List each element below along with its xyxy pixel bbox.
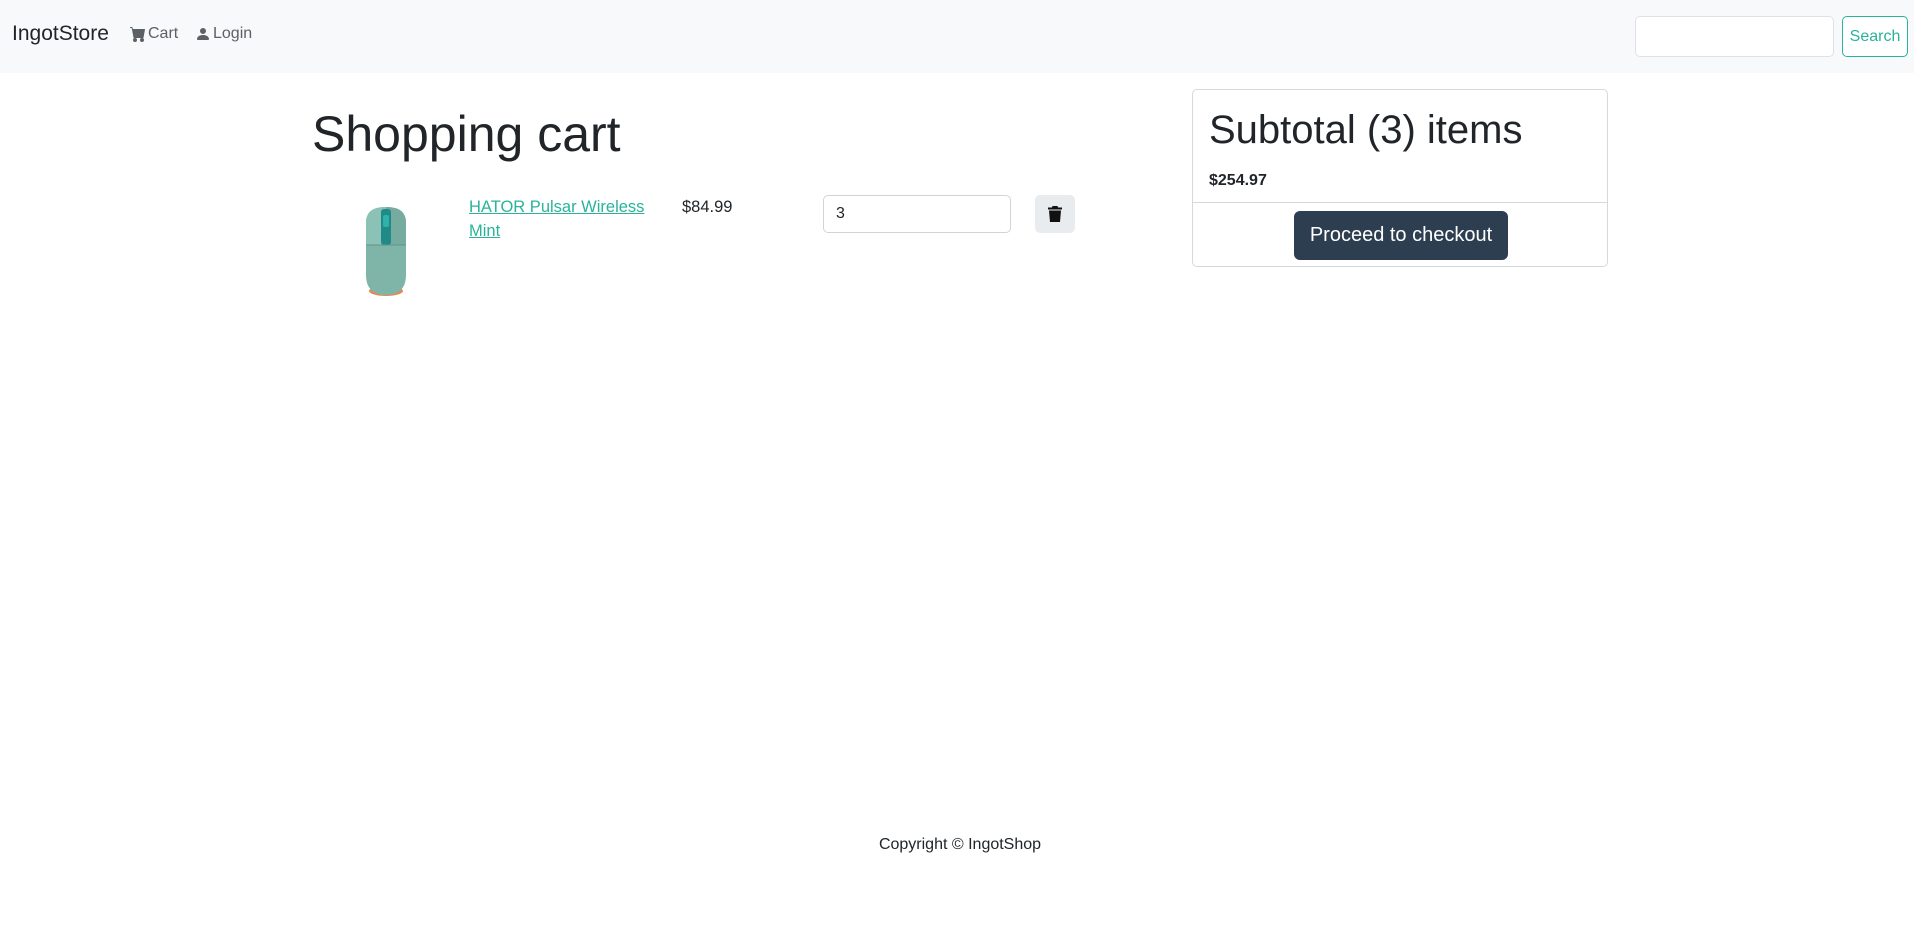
search-button[interactable]: Search: [1842, 16, 1908, 57]
user-icon: [197, 28, 209, 40]
top-navbar: IngotStore Cart Login Search: [0, 0, 1914, 73]
nav-cart-link[interactable]: Cart: [130, 25, 178, 43]
nav-login-label: Login: [213, 25, 253, 42]
footer-copyright: Copyright © IngotShop: [878, 836, 1042, 853]
page-title: Shopping cart: [312, 106, 621, 162]
nav-login-link[interactable]: Login: [195, 25, 252, 43]
product-price: $84.99: [682, 198, 733, 216]
search-input[interactable]: [1635, 16, 1834, 57]
delete-item-button[interactable]: [1035, 195, 1075, 233]
product-image[interactable]: [358, 205, 414, 297]
cart-icon: [130, 27, 145, 42]
product-name-link[interactable]: HATOR Pulsar Wireless Mint: [469, 195, 649, 243]
subtotal-heading: Subtotal (3) items: [1209, 108, 1523, 152]
summary-divider: [1193, 202, 1607, 203]
order-summary-card: Subtotal (3) items $254.97 Proceed to ch…: [1192, 89, 1608, 267]
trash-icon: [1048, 206, 1062, 222]
brand-logo-link[interactable]: IngotStore: [12, 22, 109, 46]
subtotal-amount: $254.97: [1209, 172, 1267, 189]
proceed-to-checkout-button[interactable]: Proceed to checkout: [1294, 211, 1508, 260]
nav-cart-label: Cart: [148, 25, 179, 42]
quantity-input[interactable]: [823, 195, 1011, 233]
